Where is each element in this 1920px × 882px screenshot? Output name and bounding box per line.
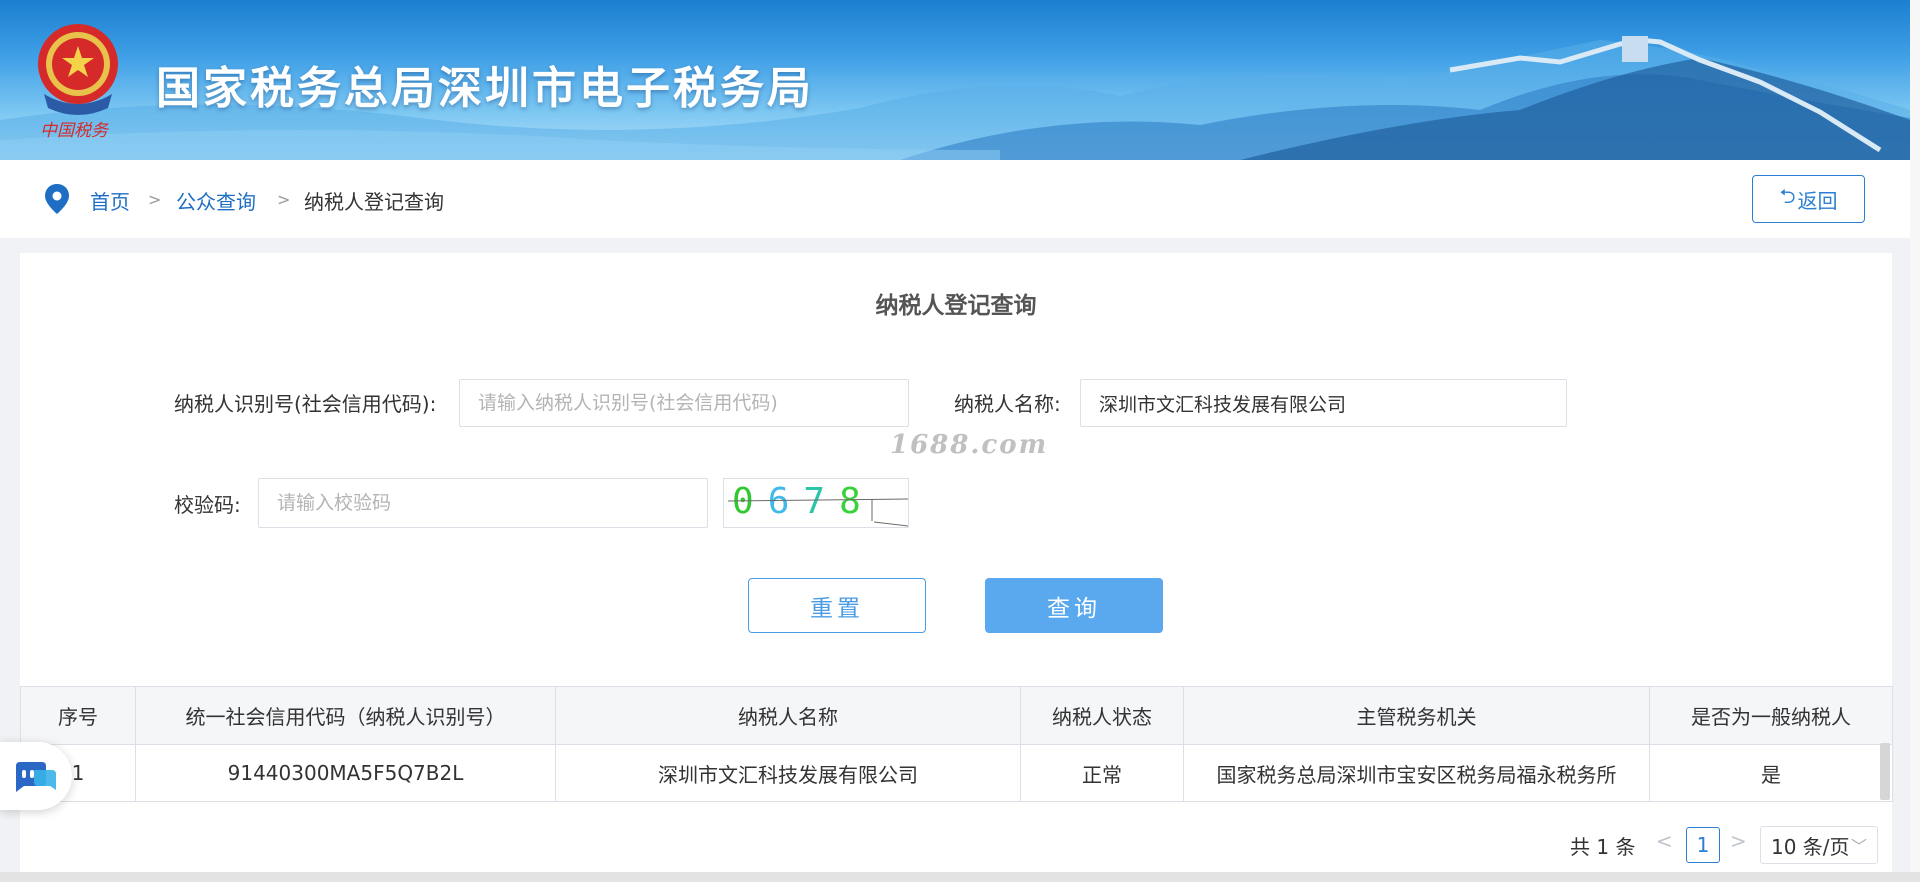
captcha-label: 校验码:: [174, 493, 241, 517]
results-table: 序号 统一社会信用代码（纳税人识别号） 纳税人名称 纳税人状态 主管税务机关 是…: [20, 686, 1893, 802]
query-button[interactable]: 查询: [985, 578, 1163, 633]
chat-bubble-icon: [16, 762, 56, 792]
cell-tax-authority: 国家税务总局深圳市宝安区税务局福永税务所: [1183, 744, 1650, 802]
column-header-tax-authority: 主管税务机关: [1183, 686, 1650, 745]
reset-button[interactable]: 重置: [748, 578, 926, 633]
back-button-label: 返回: [1797, 188, 1838, 213]
prev-page-icon[interactable]: <: [1656, 829, 1673, 853]
horizontal-scrollbar[interactable]: [0, 872, 1920, 882]
page-number-current[interactable]: 1: [1686, 827, 1720, 863]
table-header-row: 序号 统一社会信用代码（纳税人识别号） 纳税人名称 纳税人状态 主管税务机关 是…: [20, 686, 1893, 745]
header-banner: 中国税务 国家税务总局深圳市电子税务局: [0, 0, 1910, 160]
site-title: 国家税务总局深圳市电子税务局: [156, 63, 814, 114]
breadcrumb-separator: >: [148, 190, 162, 209]
location-pin-icon: [45, 184, 69, 214]
column-header-general-taxpayer: 是否为一般纳税人: [1649, 686, 1893, 745]
column-header-index: 序号: [20, 686, 136, 745]
page-size-select[interactable]: 10 条/页 ﹀: [1760, 826, 1878, 864]
breadcrumb-public-query-link[interactable]: 公众查询: [176, 186, 256, 215]
column-header-status: 纳税人状态: [1020, 686, 1184, 745]
tax-id-label: 纳税人识别号(社会信用代码):: [174, 392, 437, 416]
next-page-icon[interactable]: >: [1730, 829, 1747, 853]
captcha-noise-lines: [727, 498, 908, 527]
breadcrumb-bar: 首页 > 公众查询 > 纳税人登记查询 ⮌ 返回: [0, 160, 1910, 238]
page-right-edge: [1910, 0, 1920, 882]
tax-id-input[interactable]: [459, 379, 909, 427]
breadcrumb-current: 纳税人登记查询: [304, 190, 444, 214]
svg-text:中国税务: 中国税务: [40, 121, 110, 141]
chat-assistant-button[interactable]: [0, 742, 72, 810]
page-size-value: 10 条/页: [1771, 834, 1850, 859]
panel-title: 纳税人登记查询: [875, 293, 1037, 319]
tax-emblem-icon: 中国税务: [38, 24, 118, 141]
taxpayer-name-input[interactable]: [1080, 379, 1567, 427]
cell-general-taxpayer: 是: [1649, 744, 1893, 802]
table-scrollbar[interactable]: [1880, 743, 1890, 800]
captcha-input[interactable]: [258, 478, 708, 528]
chevron-down-icon: ﹀: [1850, 837, 1867, 856]
breadcrumb-home-link[interactable]: 首页: [90, 186, 130, 215]
captcha-image[interactable]: 0678: [723, 478, 909, 528]
taxpayer-name-label: 纳税人名称:: [954, 392, 1061, 416]
cell-taxpayer-name: 深圳市文汇科技发展有限公司: [555, 744, 1021, 802]
back-button[interactable]: ⮌ 返回: [1752, 175, 1865, 223]
pagination-total: 共 1 条: [1570, 835, 1636, 859]
column-header-taxpayer-name: 纳税人名称: [555, 686, 1021, 745]
breadcrumb-separator: >: [277, 190, 291, 209]
column-header-credit-code: 统一社会信用代码（纳税人识别号）: [135, 686, 556, 745]
return-arrow-icon: ⮌: [1779, 184, 1796, 208]
cell-status: 正常: [1020, 744, 1184, 802]
cell-credit-code: 91440300MA5F5Q7B2L: [135, 744, 556, 802]
watermark-text: 1688.com: [890, 430, 1049, 460]
table-row: 1 91440300MA5F5Q7B2L 深圳市文汇科技发展有限公司 正常 国家…: [20, 744, 1893, 802]
